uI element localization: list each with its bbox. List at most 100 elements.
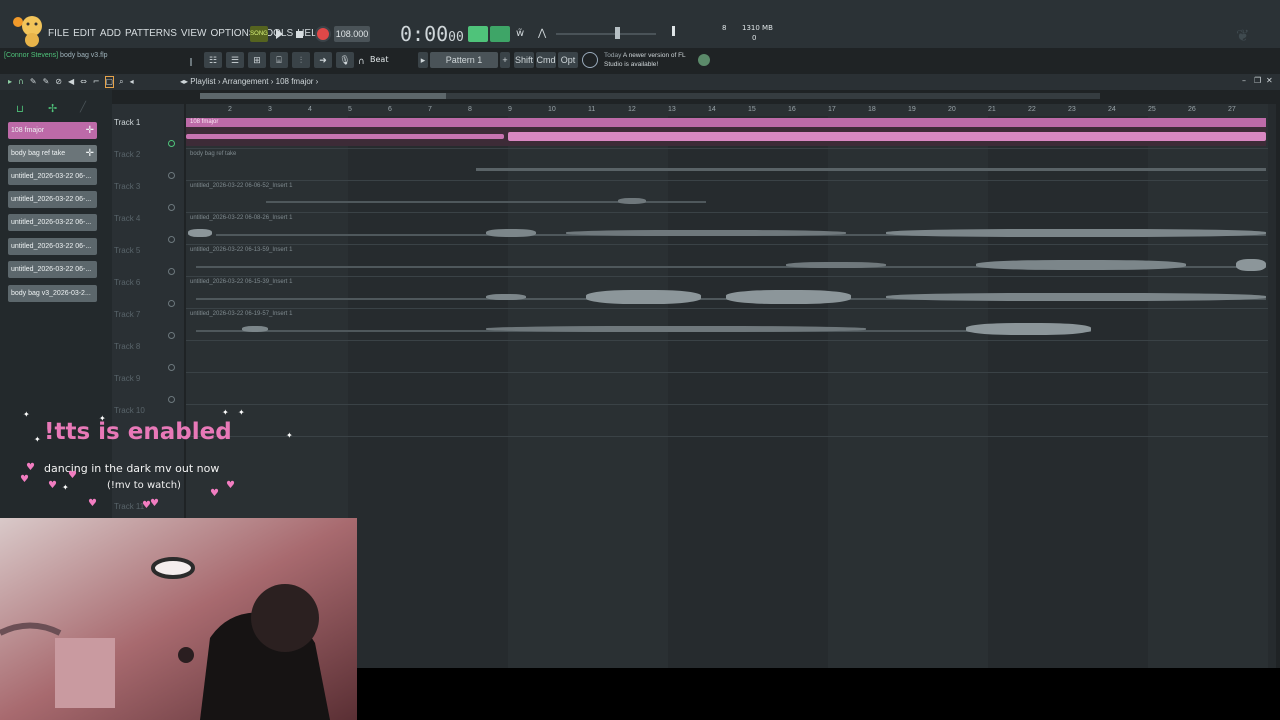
clip-item[interactable]: untitled_2026-03-22 06-... [8,238,97,255]
audio-clip[interactable]: untitled_2026-03-22 06-15-39_Insert 1 [186,278,1266,306]
record-button[interactable] [315,26,331,42]
pattern-mode-button[interactable] [468,26,488,42]
track-mute-led[interactable] [168,172,175,179]
clip-title: untitled_2026-03-22 06-08-26_Insert 1 [190,215,293,221]
slip-tool-icon[interactable]: ⇔ [80,77,87,87]
audio-clip[interactable]: untitled_2026-03-22 06-06-52_Insert 1 [186,182,716,210]
mute-tool-icon[interactable]: ◀ [68,77,74,87]
track-label[interactable]: Track 2 [114,150,140,159]
close-button[interactable]: ✕ [1266,76,1273,85]
ruler-bar-number: 17 [828,106,836,113]
pattern-left-arrow[interactable]: ▸ [418,52,428,68]
cmd-button[interactable]: Cmd [536,52,556,68]
song-mode-button[interactable] [490,26,510,42]
snap-select[interactable]: Beat [370,55,388,64]
play-arrow-icon[interactable]: ▸ [8,77,12,87]
master-pitch-icon[interactable]: ⋀ [538,28,546,39]
clip-item[interactable]: untitled_2026-03-22 06-... [8,168,97,185]
metronome-icon[interactable]: w̃ [516,28,524,39]
track-label[interactable]: Track 9 [114,374,140,383]
clip-item[interactable]: untitled_2026-03-22 06-... [8,191,97,208]
track-mute-led[interactable] [168,300,175,307]
horizontal-scrollbar[interactable] [200,93,1100,99]
piano-roll-button[interactable]: ☰ [226,52,244,68]
add-pattern-button[interactable]: + [500,52,510,68]
mixer-button[interactable]: ⌸ [270,52,288,68]
track-label[interactable]: Track 5 [114,246,140,255]
clip-item[interactable]: untitled_2026-03-22 06-... [8,214,97,231]
crumb-arrangement[interactable]: Arrangement [222,77,268,86]
track-label[interactable]: Track 6 [114,278,140,287]
audio-clip[interactable]: body bag ref take [186,150,1266,178]
opt-button[interactable]: Opt [558,52,578,68]
back-arrow-icon[interactable]: ◂▸ [180,77,188,86]
song-mode-toggle[interactable]: SONG [250,26,268,42]
panel-tab-automation-icon[interactable]: ✢ [48,102,57,115]
track-label[interactable]: Track 7 [114,310,140,319]
playlist-header: ▸ ∩ ✎ ✎ ⊘ ◀ ⇔ ⌐ ▢ ⌕ ◂ ◂▸ Playlist › Arra… [0,74,1280,90]
toolbar-arrow-icon[interactable] [190,58,200,66]
zoom-tool-icon[interactable]: ⌕ [119,77,123,87]
panel-tab-audio-icon[interactable]: ⊔ [16,104,24,115]
add-icon[interactable]: ✛ [86,148,94,159]
track-mute-led[interactable] [168,204,175,211]
arrow-right-button[interactable]: ➜ [314,52,332,68]
online-icon[interactable] [698,54,710,66]
slice-tool-icon[interactable]: ⌐ [93,77,100,87]
clip-item[interactable]: body bag v3_2026-03-2... [8,285,97,302]
tempo-display[interactable]: 108.000 [334,26,370,42]
track-mute-led[interactable] [168,236,175,243]
mic-icon[interactable]: 🎙 [336,52,354,68]
audio-clip[interactable]: 108 fmajor [186,118,1266,146]
clip-item[interactable]: 108 fmajor ✛ [8,122,97,139]
audio-clip[interactable]: untitled_2026-03-22 06-19-57_Insert 1 [186,310,1094,338]
delete-tool-icon[interactable]: ⊘ [55,77,62,87]
track-label[interactable]: Track 10 [114,406,145,415]
menu-file[interactable]: FILE [48,28,69,39]
channel-rack-button[interactable]: ⊞ [248,52,266,68]
menu-add[interactable]: ADD [100,28,121,39]
audio-clip[interactable]: untitled_2026-03-22 06-13-59_Insert 1 [186,246,1266,274]
panel-tab-patterns-icon[interactable]: ╱ [80,102,86,113]
paint-tool-icon[interactable]: ✎ [43,77,50,87]
crumb-pattern[interactable]: 108 fmajor [276,77,314,86]
select-tool-icon[interactable]: ▢ [104,76,115,88]
audio-clip[interactable]: untitled_2026-03-22 06-08-26_Insert 1 [186,214,1266,242]
crumb-playlist[interactable]: Playlist [190,77,215,86]
clip-item[interactable]: untitled_2026-03-22 06-... [8,261,97,278]
track-mute-led[interactable] [168,396,175,403]
minimize-button[interactable]: – [1242,76,1246,85]
track-label[interactable]: Track 3 [114,182,140,191]
track-label[interactable]: Track 4 [114,214,140,223]
track-label[interactable]: Track 8 [114,342,140,351]
clip-item[interactable]: body bag ref take ✛ [8,145,97,162]
playlist-view-button[interactable]: ☷ [204,52,222,68]
menu-edit[interactable]: EDIT [73,28,96,39]
maximize-button[interactable]: ❐ [1254,76,1261,85]
track-label[interactable]: Track 11 [114,502,144,511]
stop-button[interactable] [296,31,303,38]
draw-tool-icon[interactable]: ✎ [30,77,37,87]
track-mute-led[interactable] [168,332,175,339]
menu-patterns[interactable]: PATTERNS [125,28,177,39]
track-mute-led[interactable] [168,364,175,371]
scrollbar-thumb[interactable] [200,93,446,99]
update-icon[interactable] [582,52,598,68]
vertical-scrollbar[interactable] [1268,104,1276,668]
plugin-picker-button[interactable]: ⫶ [292,52,310,68]
news-panel[interactable]: Today A newer version of FL Studio is av… [604,51,696,69]
snap-magnet-icon[interactable]: ∩ [18,77,24,87]
shift-button[interactable]: Shift [514,52,534,68]
master-volume-handle[interactable] [615,27,620,39]
track-mute-led[interactable] [168,268,175,275]
track-label[interactable]: Track 1 [114,118,140,127]
track-mute-led[interactable] [168,140,175,147]
playback-tool-icon[interactable]: ◂ [130,77,134,87]
pattern-selector[interactable]: Pattern 1 [430,52,498,68]
magnet-icon[interactable]: ∩ [358,57,365,67]
menu-view[interactable]: VIEW [181,28,207,39]
play-button[interactable] [276,29,283,39]
add-icon[interactable]: ✛ [86,125,94,136]
menu-options[interactable]: OPTIONS [210,28,255,39]
master-volume-slider[interactable] [556,33,656,35]
